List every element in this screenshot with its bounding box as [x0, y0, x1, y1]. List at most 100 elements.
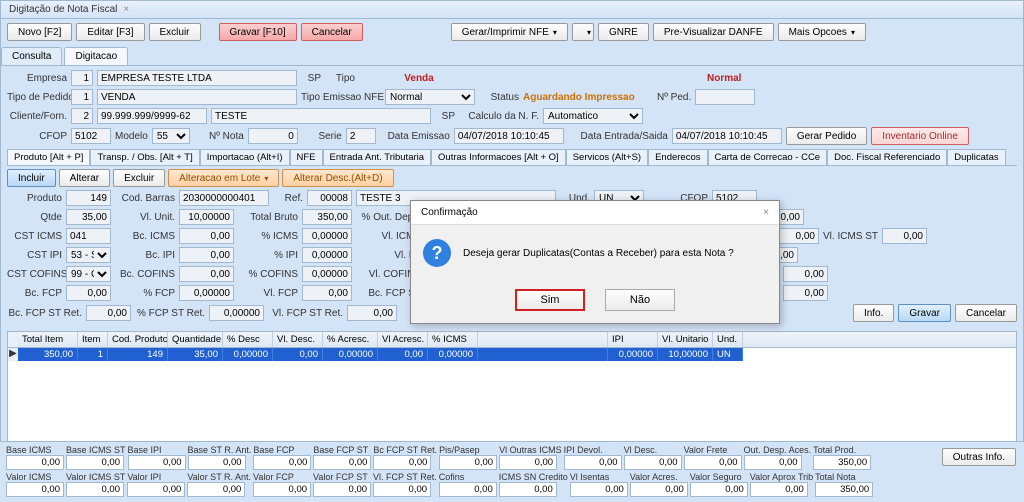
total-label: Vl Isentas [570, 472, 628, 482]
cstcofins-label: CST COFINS [7, 269, 62, 280]
gravar-prod-button[interactable]: Gravar [898, 304, 951, 322]
produto-input[interactable] [66, 190, 111, 206]
cstipi-select[interactable]: 53 - Saida n [66, 247, 111, 263]
dialog-close-icon[interactable]: × [763, 207, 769, 218]
novo-button[interactable]: Novo [F2] [7, 23, 72, 41]
pipi-input[interactable] [302, 247, 352, 263]
subtab-cce[interactable]: Carta de Correcao - CCe [708, 149, 828, 165]
alt-lote-button[interactable]: Alteracao em Lote [168, 169, 279, 187]
data-es-input [672, 128, 782, 144]
alterar-button[interactable]: Alterar [59, 169, 110, 187]
modelo-label: Modelo [115, 131, 148, 142]
excluir-button[interactable]: Excluir [149, 23, 201, 41]
close-icon[interactable]: × [123, 4, 129, 15]
tipo-emissao-select[interactable]: Normal [385, 89, 475, 105]
picms-input[interactable] [302, 228, 352, 244]
table-row[interactable]: ▶ 350,00 1 149 35,00 0,00000 0,00 0,0000… [8, 348, 1016, 361]
vlicmsst-hdr-label: Vl. ICMS ST [823, 231, 878, 242]
ref-input[interactable] [307, 190, 352, 206]
vlipidevol-input[interactable] [783, 285, 828, 301]
total-value: 350,00 [813, 455, 871, 470]
cancelar-prod-button[interactable]: Cancelar [955, 304, 1017, 322]
pfcp-input[interactable] [179, 285, 234, 301]
cliente-cod-input[interactable] [71, 108, 93, 124]
bcipi-input[interactable] [179, 247, 234, 263]
sim-button[interactable]: Sim [515, 289, 585, 311]
bccofins-input[interactable] [179, 266, 234, 282]
vlicmsst-hdr-input[interactable] [882, 228, 927, 244]
serie-input [346, 128, 376, 144]
cancelar-button[interactable]: Cancelar [301, 23, 363, 41]
cfop-input[interactable] [71, 128, 111, 144]
outras-info-button[interactable]: Outras Info. [942, 448, 1016, 466]
total-label: Valor IPI [127, 472, 185, 482]
data-emissao-label: Data Emissao [380, 131, 450, 142]
editar-button[interactable]: Editar [F3] [76, 23, 144, 41]
pcofins-input[interactable] [302, 266, 352, 282]
total-label: Vl. FCP ST Ret. [373, 472, 437, 482]
vlfcp-input[interactable] [302, 285, 352, 301]
titlebar: Digitação de Nota Fiscal × [1, 1, 1023, 19]
codbarras-input[interactable] [179, 190, 269, 206]
inventario-button[interactable]: Inventario Online [871, 127, 969, 145]
vlpis-input[interactable] [783, 266, 828, 282]
mais-opcoes-button[interactable]: Mais Opcoes [778, 23, 866, 41]
empresa-cod-input[interactable] [71, 70, 93, 86]
excluir-prod-button[interactable]: Excluir [113, 169, 165, 187]
main-toolbar: Novo [F2] Editar [F3] Excluir Gravar [F1… [1, 19, 1023, 45]
subtab-transp[interactable]: Transp. / Obs. [Alt + T] [90, 149, 199, 165]
cstcofins-select[interactable]: 99 - Outras [66, 266, 111, 282]
nao-button[interactable]: Não [605, 289, 675, 311]
alt-desc-button[interactable]: Alterar Desc.(Alt+D) [282, 169, 393, 187]
vlfcpstret-input[interactable] [347, 305, 397, 321]
gnre-button[interactable]: GNRE [598, 23, 649, 41]
total-value: 0,00 [750, 482, 808, 497]
pre-danfe-button[interactable]: Pre-Visualizar DANFE [653, 23, 774, 41]
gerar-nfe-button[interactable]: Gerar/Imprimir NFE [451, 23, 568, 41]
bcfcpstret-input[interactable] [86, 305, 131, 321]
pfcpstret-label: % FCP ST Ret. [135, 308, 205, 319]
total-label: Valor Aprox Trib [750, 472, 813, 482]
tipo-pedido-cod-input[interactable] [71, 89, 93, 105]
subtab-produto[interactable]: Produto [Alt + P] [7, 149, 90, 165]
subtab-duplicatas[interactable]: Duplicatas [947, 149, 1005, 165]
subtab-outras[interactable]: Outras Informacoes [Alt + O] [431, 149, 566, 165]
vlunit-input[interactable] [179, 209, 234, 225]
csticms-input[interactable] [66, 228, 111, 244]
gerar-pedido-button[interactable]: Gerar Pedido [786, 127, 867, 145]
nnota-input [248, 128, 298, 144]
subtab-enderecos[interactable]: Enderecos [648, 149, 707, 165]
total-label: Base FCP [253, 445, 311, 455]
total-value: 0,00 [499, 455, 557, 470]
subtab-servicos[interactable]: Servicos (Alt+S) [566, 149, 648, 165]
tipo-pedido-nome-input [97, 89, 297, 105]
bcfcp-input[interactable] [66, 285, 111, 301]
calculo-label: Calculo da N. F. [459, 111, 539, 122]
subtab-nfe[interactable]: NFE [290, 149, 323, 165]
status-value: Aguardando Impressao [523, 92, 653, 103]
bcipi-label: Bc. IPI [115, 250, 175, 261]
tab-digitacao[interactable]: Digitacao [64, 47, 128, 65]
qtde-input[interactable] [66, 209, 111, 225]
subtab-entrada[interactable]: Entrada Ant. Tributaria [323, 149, 432, 165]
total-value: 0,00 [564, 455, 622, 470]
incluir-button[interactable]: Incluir [7, 169, 56, 187]
total-value: 0,00 [188, 455, 246, 470]
col-picms: % ICMS [428, 332, 478, 347]
cfop-label: CFOP [7, 131, 67, 142]
subtab-docref[interactable]: Doc. Fiscal Referenciado [827, 149, 947, 165]
total-value: 0,00 [253, 482, 311, 497]
cliente-doc-input [97, 108, 207, 124]
tab-consulta[interactable]: Consulta [1, 47, 62, 65]
info-button[interactable]: Info. [853, 304, 894, 322]
gravar-button[interactable]: Gravar [F10] [219, 23, 297, 41]
calculo-select[interactable]: Automatico [543, 108, 643, 124]
vlfcp-label: Vl. FCP [238, 288, 298, 299]
bcicmsst-input[interactable] [774, 228, 819, 244]
pfcpstret-input[interactable] [209, 305, 264, 321]
total-value: 0,00 [684, 455, 742, 470]
gerar-nfe-dropdown[interactable] [572, 23, 594, 41]
modelo-select[interactable]: 55 [152, 128, 190, 144]
bcicms-input[interactable] [179, 228, 234, 244]
subtab-importacao[interactable]: Importacao (Alt+I) [200, 149, 290, 165]
